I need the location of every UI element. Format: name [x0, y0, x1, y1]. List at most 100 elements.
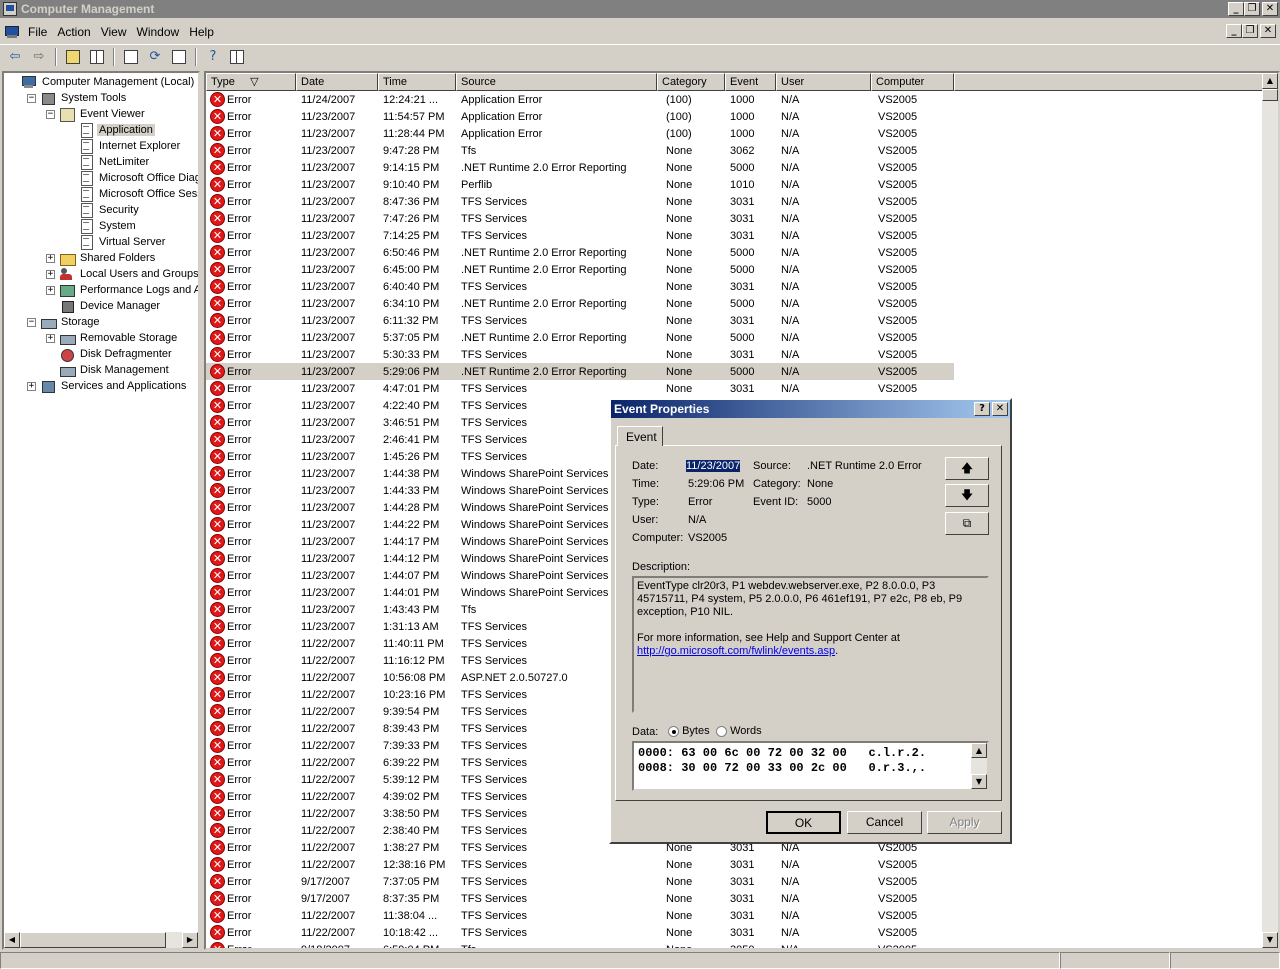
column-header-event[interactable]: Event [725, 73, 776, 91]
time-value[interactable]: 5:29:06 PM [688, 478, 744, 490]
tab-event[interactable]: Event [617, 426, 663, 446]
properties-icon[interactable] [120, 46, 142, 68]
column-header-computer[interactable]: Computer [871, 73, 954, 91]
column-header-user[interactable]: User [776, 73, 871, 91]
user-value[interactable]: N/A [688, 514, 706, 526]
tree-item[interactable]: + Removable Storage [46, 330, 179, 346]
table-row[interactable]: ✕ Error 9/17/2007 7:37:05 PM TFS Services Non… [206, 873, 954, 890]
bytes-radio[interactable]: Bytes [668, 725, 710, 737]
dialog-title-bar[interactable]: Event Properties ? ✕ [611, 400, 1010, 418]
list-vertical-scrollbar[interactable]: ▲ ▼ [1262, 73, 1278, 948]
tree-item[interactable]: + Performance Logs and Alerts [46, 282, 198, 298]
close-button[interactable]: ✕ [1262, 2, 1278, 16]
tree-item[interactable]: Device Manager [46, 298, 162, 314]
cancel-button[interactable]: Cancel [847, 811, 922, 834]
child-minimize-button[interactable]: _ [1226, 24, 1242, 38]
table-row[interactable]: ✕ Error 11/23/2007 6:40:40 PM TFS Services No… [206, 278, 954, 295]
refresh-icon[interactable]: ⟳ [144, 46, 166, 68]
collapse-icon[interactable]: − [46, 109, 55, 119]
tree-item[interactable]: − Event Viewer [46, 106, 147, 122]
data-scrollbar[interactable]: ▲ ▼ [971, 743, 987, 789]
table-row[interactable]: ✕ Error 11/23/2007 4:47:01 PM TFS Services No… [206, 380, 954, 397]
table-row[interactable]: ✕ Error 11/22/2007 10:18:42 ... TFS Services… [206, 924, 954, 941]
table-row[interactable]: ✕ Error 11/22/2007 11:38:04 ... TFS Services… [206, 907, 954, 924]
next-event-button[interactable]: 🡇 [945, 484, 989, 507]
table-row[interactable]: ✕ Error 9/18/2007 6:59:04 PM Tfs None 3050 N/A V… [206, 941, 954, 948]
table-row[interactable]: ✕ Error 11/23/2007 6:34:10 PM .NET Runtime 2… [206, 295, 954, 312]
menu-action[interactable]: Action [55, 25, 98, 39]
apply-button[interactable]: Apply [927, 811, 1002, 834]
tree-item[interactable]: + Services and Applications [27, 378, 188, 394]
back-arrow-icon[interactable]: ⇦ [4, 46, 26, 68]
table-row[interactable]: ✕ Error 11/23/2007 9:14:15 PM .NET Runtime 2… [206, 159, 954, 176]
expand-icon[interactable]: + [46, 333, 55, 343]
column-header-time[interactable]: Time [378, 73, 456, 91]
tree-item[interactable]: + Local Users and Groups [46, 266, 198, 282]
scroll-down-icon[interactable]: ▼ [971, 774, 987, 789]
table-row[interactable]: ✕ Error 11/23/2007 9:47:28 PM Tfs None 3062 N/A… [206, 142, 954, 159]
menu-window[interactable]: Window [135, 25, 188, 39]
tree-item[interactable]: Computer Management (Local) [8, 74, 196, 90]
minimize-button[interactable]: _ [1228, 2, 1244, 16]
tree-horizontal-scrollbar[interactable]: ◀ ▶ [4, 932, 198, 948]
collapse-icon[interactable]: − [27, 317, 36, 327]
column-header-source[interactable]: Source [456, 73, 657, 91]
scroll-up-icon[interactable]: ▲ [971, 743, 987, 758]
copy-event-button[interactable]: ⧉ [945, 512, 989, 535]
table-row[interactable]: ✕ Error 11/23/2007 5:29:06 PM .NET Runtime 2… [206, 363, 954, 380]
expand-icon[interactable]: + [46, 253, 55, 263]
help-link[interactable]: http://go.microsoft.com/fwlink/events.as… [637, 645, 835, 657]
table-row[interactable]: ✕ Error 11/23/2007 6:45:00 PM .NET Runtime 2… [206, 261, 954, 278]
table-row[interactable]: ✕ Error 11/23/2007 9:10:40 PM Perflib None 101… [206, 176, 954, 193]
scroll-down-icon[interactable]: ▼ [1262, 932, 1278, 948]
forward-arrow-icon[interactable]: ⇨ [28, 46, 50, 68]
menu-view[interactable]: View [99, 25, 135, 39]
tree-item[interactable]: − Storage [27, 314, 102, 330]
menu-file[interactable]: File [26, 25, 55, 39]
description-box[interactable]: EventType clr20r3, P1 webdev.webserver.e… [632, 576, 989, 713]
table-row[interactable]: ✕ Error 11/22/2007 12:38:16 PM TFS Services N… [206, 856, 954, 873]
tree-item[interactable]: + Shared Folders [46, 250, 157, 266]
source-value[interactable]: .NET Runtime 2.0 Error [807, 460, 922, 472]
expand-icon[interactable]: + [27, 381, 36, 391]
category-value[interactable]: None [807, 478, 833, 490]
dialog-help-button[interactable]: ? [974, 402, 990, 416]
scroll-thumb[interactable] [20, 932, 166, 948]
tree-item[interactable]: Application [65, 122, 155, 138]
event-id-value[interactable]: 5000 [807, 496, 831, 508]
previous-event-button[interactable]: 🡅 [945, 457, 989, 480]
tree-item[interactable]: Microsoft Office Diagnos [65, 170, 198, 186]
column-header-type[interactable]: Type ▽ [206, 73, 296, 91]
column-header-category[interactable]: Category [657, 73, 725, 91]
table-row[interactable]: ✕ Error 11/23/2007 11:54:57 PM Application E… [206, 108, 954, 125]
table-row[interactable]: ✕ Error 11/23/2007 5:37:05 PM .NET Runtime 2… [206, 329, 954, 346]
up-folder-icon[interactable] [62, 46, 84, 68]
table-row[interactable]: ✕ Error 11/23/2007 6:11:32 PM TFS Services No… [206, 312, 954, 329]
tree-item[interactable]: NetLimiter [65, 154, 151, 170]
child-restore-button[interactable]: ❐ [1242, 24, 1258, 38]
child-close-button[interactable]: ✕ [1260, 24, 1276, 38]
show-hide-tree-icon[interactable] [86, 46, 108, 68]
table-row[interactable]: ✕ Error 11/23/2007 7:14:25 PM TFS Services No… [206, 227, 954, 244]
tree-item[interactable]: Internet Explorer [65, 138, 182, 154]
table-row[interactable]: ✕ Error 11/23/2007 7:47:26 PM TFS Services No… [206, 210, 954, 227]
scroll-right-icon[interactable]: ▶ [182, 932, 198, 948]
tree-item[interactable]: − System Tools [27, 90, 128, 106]
computer-value[interactable]: VS2005 [688, 532, 727, 544]
scroll-thumb[interactable] [1262, 89, 1278, 101]
export-list-icon[interactable] [168, 46, 190, 68]
tree-item[interactable]: Virtual Server [65, 234, 167, 250]
scroll-up-icon[interactable]: ▲ [1262, 73, 1278, 89]
data-box[interactable]: 0000: 63 00 6c 00 72 00 32 00 c.l.r.2. 00… [632, 741, 989, 791]
console-icon[interactable] [4, 25, 20, 39]
dialog-close-button[interactable]: ✕ [992, 402, 1008, 416]
tree-item[interactable]: Microsoft Office Session [65, 186, 198, 202]
expand-icon[interactable]: + [46, 285, 55, 295]
scroll-left-icon[interactable]: ◀ [4, 932, 20, 948]
tree-item[interactable]: Security [65, 202, 141, 218]
column-header-date[interactable]: Date [296, 73, 378, 91]
table-row[interactable]: ✕ Error 11/24/2007 12:24:21 ... Application … [206, 91, 954, 108]
tree-item[interactable]: Disk Defragmenter [46, 346, 174, 362]
tree-item[interactable]: Disk Management [46, 362, 171, 378]
tree-item[interactable]: System [65, 218, 138, 234]
